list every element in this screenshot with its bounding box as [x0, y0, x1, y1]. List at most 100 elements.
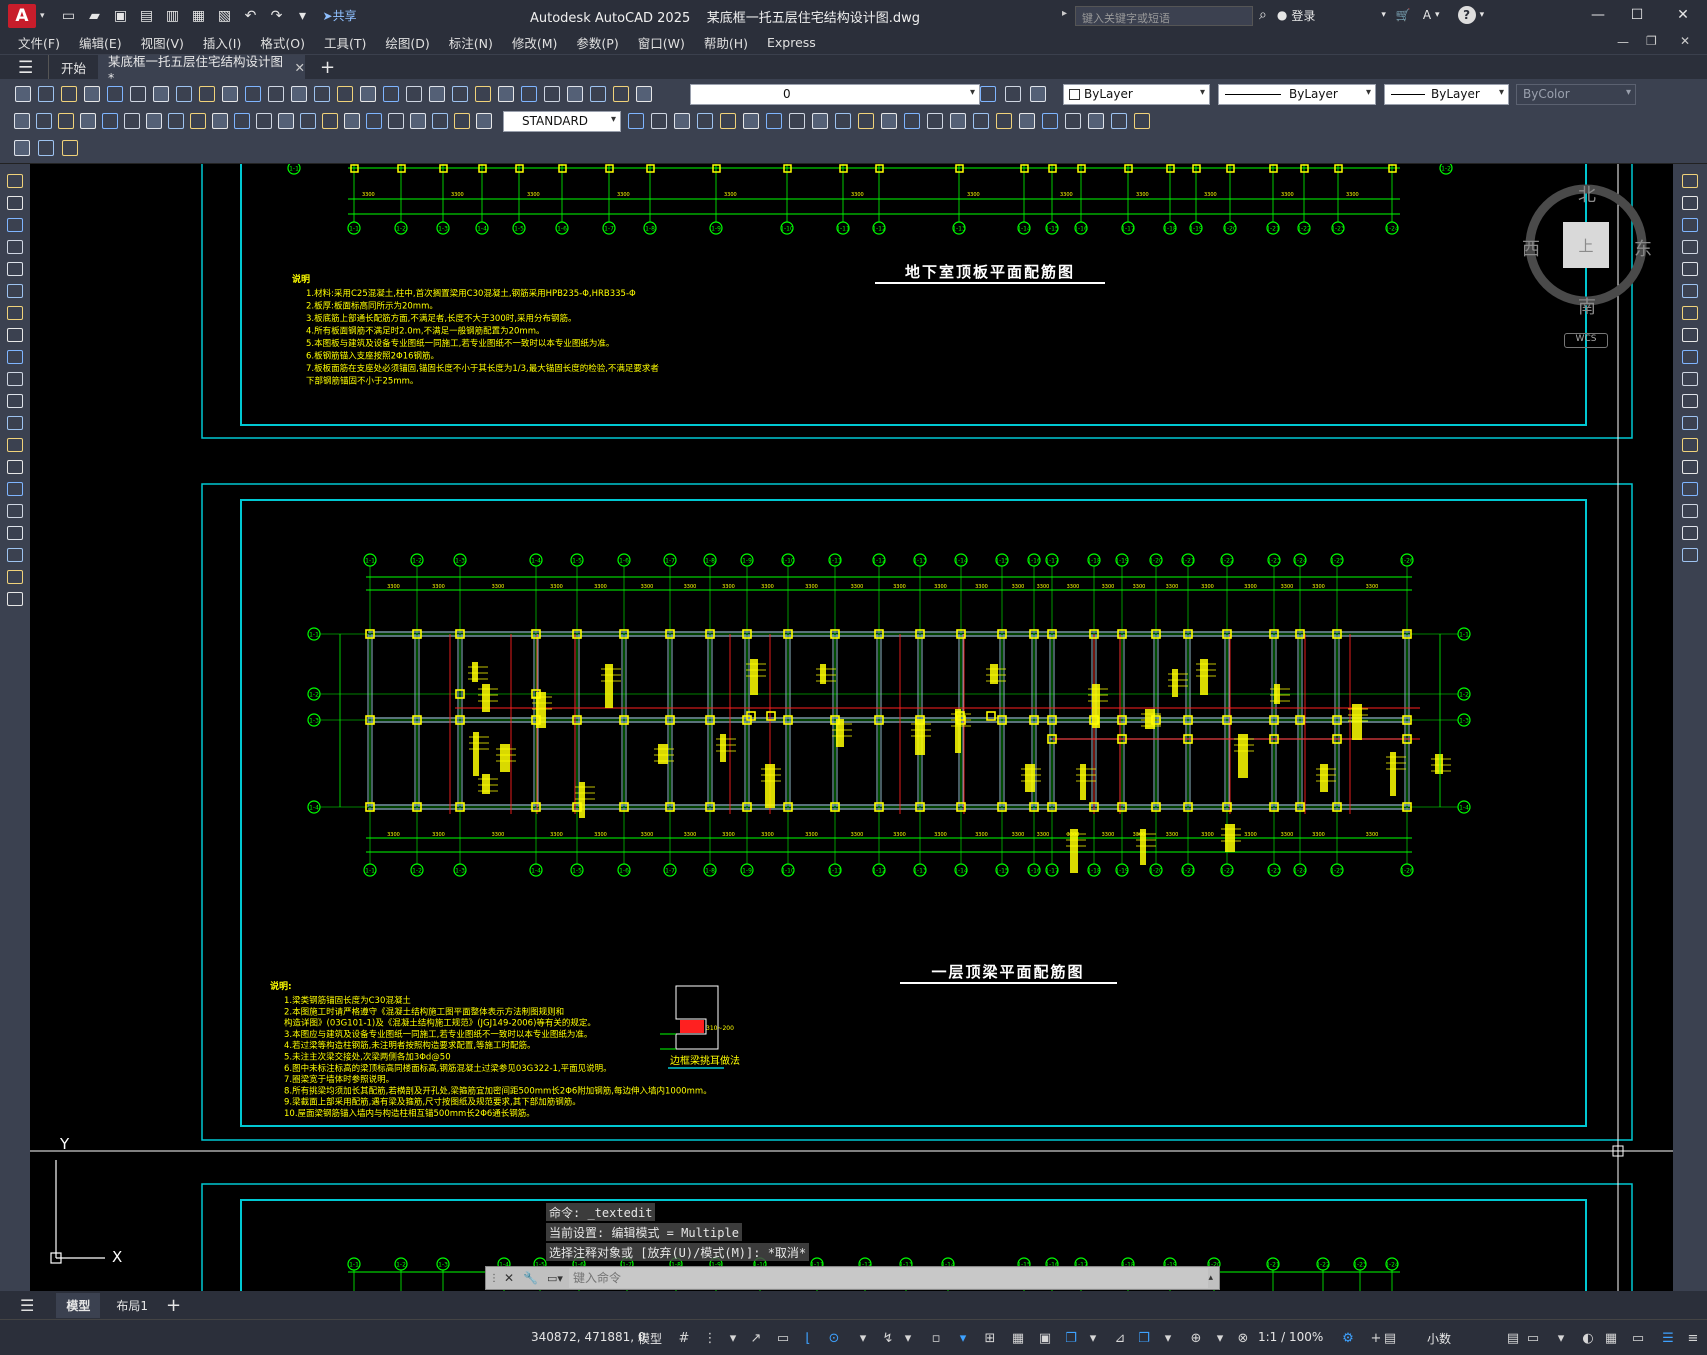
standard-tool-icon-1[interactable]: [15, 86, 31, 102]
status-toggle-icon-4[interactable]: ↗: [748, 1330, 764, 1346]
modify-tool-icon-2[interactable]: [1682, 196, 1698, 210]
dimension-tool-icon-9[interactable]: [190, 113, 206, 129]
dimension-tool-icon-19[interactable]: [410, 113, 426, 129]
dimension-tool-icon-21[interactable]: [454, 113, 470, 129]
modify-tool-icon-4[interactable]: [1682, 240, 1698, 254]
viewcube-north[interactable]: 北: [1578, 181, 1596, 207]
dimension-tool-icon-27[interactable]: [720, 113, 736, 129]
status-toggle-icon-14[interactable]: ▦: [1010, 1330, 1026, 1346]
maximize-button[interactable]: ☐: [1622, 3, 1652, 27]
open-from-web-icon[interactable]: ▥: [163, 7, 183, 25]
status-toggle-icon-27[interactable]: ▤: [1505, 1330, 1521, 1346]
login-link[interactable]: 登录: [1291, 7, 1315, 24]
status-toggle-icon-20[interactable]: ▾: [1160, 1330, 1176, 1346]
modify-tool-icon-11[interactable]: [1682, 394, 1698, 408]
standard-tool-icon-18[interactable]: [406, 86, 422, 102]
command-close-icon[interactable]: ✕: [504, 1271, 514, 1285]
status-toggle-icon-15[interactable]: ▣: [1037, 1330, 1053, 1346]
text-style-dropdown[interactable]: STANDARD ▾: [503, 111, 621, 132]
standard-tool-icon-28[interactable]: [636, 86, 652, 102]
draw-tool-icon-18[interactable]: [7, 548, 23, 562]
linetype-dropdown[interactable]: ByLayer ▾: [1218, 84, 1376, 105]
standard-tool-icon-22[interactable]: [498, 86, 514, 102]
menu-view[interactable]: 视图(V): [122, 33, 184, 52]
dimension-tool-icon-41[interactable]: [1042, 113, 1058, 129]
a360-chevron-icon[interactable]: ▾: [1435, 10, 1440, 20]
menu-help[interactable]: 帮助(H): [685, 33, 748, 52]
dimension-tool-icon-20[interactable]: [432, 113, 448, 129]
dimension-tool-icon-34[interactable]: [881, 113, 897, 129]
status-toggle-icon-6[interactable]: ⌊: [800, 1330, 816, 1346]
dimension-tool-icon-18[interactable]: [388, 113, 404, 129]
draw-tool-icon-12[interactable]: [7, 416, 23, 430]
dimension-tool-icon-45[interactable]: [1134, 113, 1150, 129]
modify-tool-icon-8[interactable]: [1682, 328, 1698, 342]
modify-tool-icon-9[interactable]: [1682, 350, 1698, 364]
status-toggle-icon-17[interactable]: ▾: [1085, 1330, 1101, 1346]
draw-tool-icon-20[interactable]: [7, 592, 23, 606]
dimension-tool-icon-11[interactable]: [234, 113, 250, 129]
standard-tool-icon-26[interactable]: [590, 86, 606, 102]
standard-tool-icon-6[interactable]: [130, 86, 146, 102]
autodesk-a360-icon[interactable]: A: [1423, 8, 1431, 22]
dimension-tool-icon-8[interactable]: [168, 113, 184, 129]
save-to-web-icon[interactable]: ▦: [189, 7, 209, 25]
standard-tool-icon-20[interactable]: [452, 86, 468, 102]
draw-tool-icon-5[interactable]: [7, 262, 23, 276]
search-input[interactable]: 键入关键字或短语: [1075, 6, 1253, 26]
dimension-tool-icon-33[interactable]: [858, 113, 874, 129]
dimension-tool-icon-10[interactable]: [212, 113, 228, 129]
tab-model[interactable]: 模型: [56, 1292, 101, 1318]
standard-tool-icon-15[interactable]: [337, 86, 353, 102]
dimension-tool-icon-12[interactable]: [256, 113, 272, 129]
standard-tool-icon-7[interactable]: [153, 86, 169, 102]
doc-close-button[interactable]: ✕: [1680, 34, 1690, 48]
menu-edit[interactable]: 编辑(E): [60, 33, 122, 52]
modify-tool-icon-13[interactable]: [1682, 438, 1698, 452]
draw-tool-icon-19[interactable]: [7, 570, 23, 584]
status-toggle-icon-31[interactable]: ▦: [1603, 1330, 1619, 1346]
color-dropdown[interactable]: ByLayer ▾: [1063, 84, 1210, 105]
dimension-tool-icon-35[interactable]: [904, 113, 920, 129]
misc-tool-icon-2[interactable]: [38, 140, 54, 156]
menu-tools[interactable]: 工具(T): [305, 33, 366, 52]
draw-tool-icon-15[interactable]: [7, 482, 23, 496]
open-file-icon[interactable]: ▰: [85, 7, 105, 25]
draw-tool-icon-3[interactable]: [7, 218, 23, 232]
dimension-tool-icon-2[interactable]: [36, 113, 52, 129]
standard-tool-icon-16[interactable]: [360, 86, 376, 102]
status-toggle-icon-30[interactable]: ◐: [1580, 1330, 1596, 1346]
draw-tool-icon-11[interactable]: [7, 394, 23, 408]
tab-close-icon[interactable]: ✕: [295, 60, 305, 75]
dimension-tool-icon-38[interactable]: [973, 113, 989, 129]
status-toggle-icon-23[interactable]: ⊗: [1235, 1330, 1251, 1346]
menu-modify[interactable]: 修改(M): [493, 33, 558, 52]
modify-tool-icon-16[interactable]: [1682, 504, 1698, 518]
status-toggle-icon-9[interactable]: ↯: [880, 1330, 896, 1346]
draw-tool-icon-13[interactable]: [7, 438, 23, 452]
minimize-button[interactable]: —: [1583, 3, 1613, 27]
status-toggle-icon-8[interactable]: ▾: [855, 1330, 871, 1346]
save-as-icon[interactable]: ▤: [137, 7, 157, 25]
dimension-tool-icon-29[interactable]: [766, 113, 782, 129]
new-file-icon[interactable]: ▭: [59, 7, 79, 25]
standard-tool-icon-4[interactable]: [84, 86, 100, 102]
dimension-tool-icon-43[interactable]: [1088, 113, 1104, 129]
app-menu-chevron-icon[interactable]: ▾: [40, 11, 45, 21]
new-tab-button[interactable]: +: [320, 55, 335, 80]
misc-tool-icon-3[interactable]: [62, 140, 78, 156]
status-toggle-icon-13[interactable]: ⊞: [982, 1330, 998, 1346]
menu-file[interactable]: 文件(F): [0, 33, 60, 52]
add-layout-button[interactable]: +: [166, 1295, 181, 1316]
units-dropdown[interactable]: 小数: [1427, 1330, 1451, 1347]
dimension-tool-icon-44[interactable]: [1111, 113, 1127, 129]
modify-tool-icon-17[interactable]: [1682, 526, 1698, 540]
plot-icon[interactable]: ▧: [215, 7, 235, 25]
status-toggle-icon-10[interactable]: ▾: [900, 1330, 916, 1346]
standard-tool-icon-24[interactable]: [544, 86, 560, 102]
standard-tool-icon-9[interactable]: [199, 86, 215, 102]
annotation-scale[interactable]: 1:1 / 100%: [1258, 1330, 1323, 1344]
dimension-tool-icon-7[interactable]: [146, 113, 162, 129]
status-toggle-icon-11[interactable]: ▫: [928, 1330, 944, 1346]
status-toggle-icon-12[interactable]: ▾: [955, 1330, 971, 1346]
